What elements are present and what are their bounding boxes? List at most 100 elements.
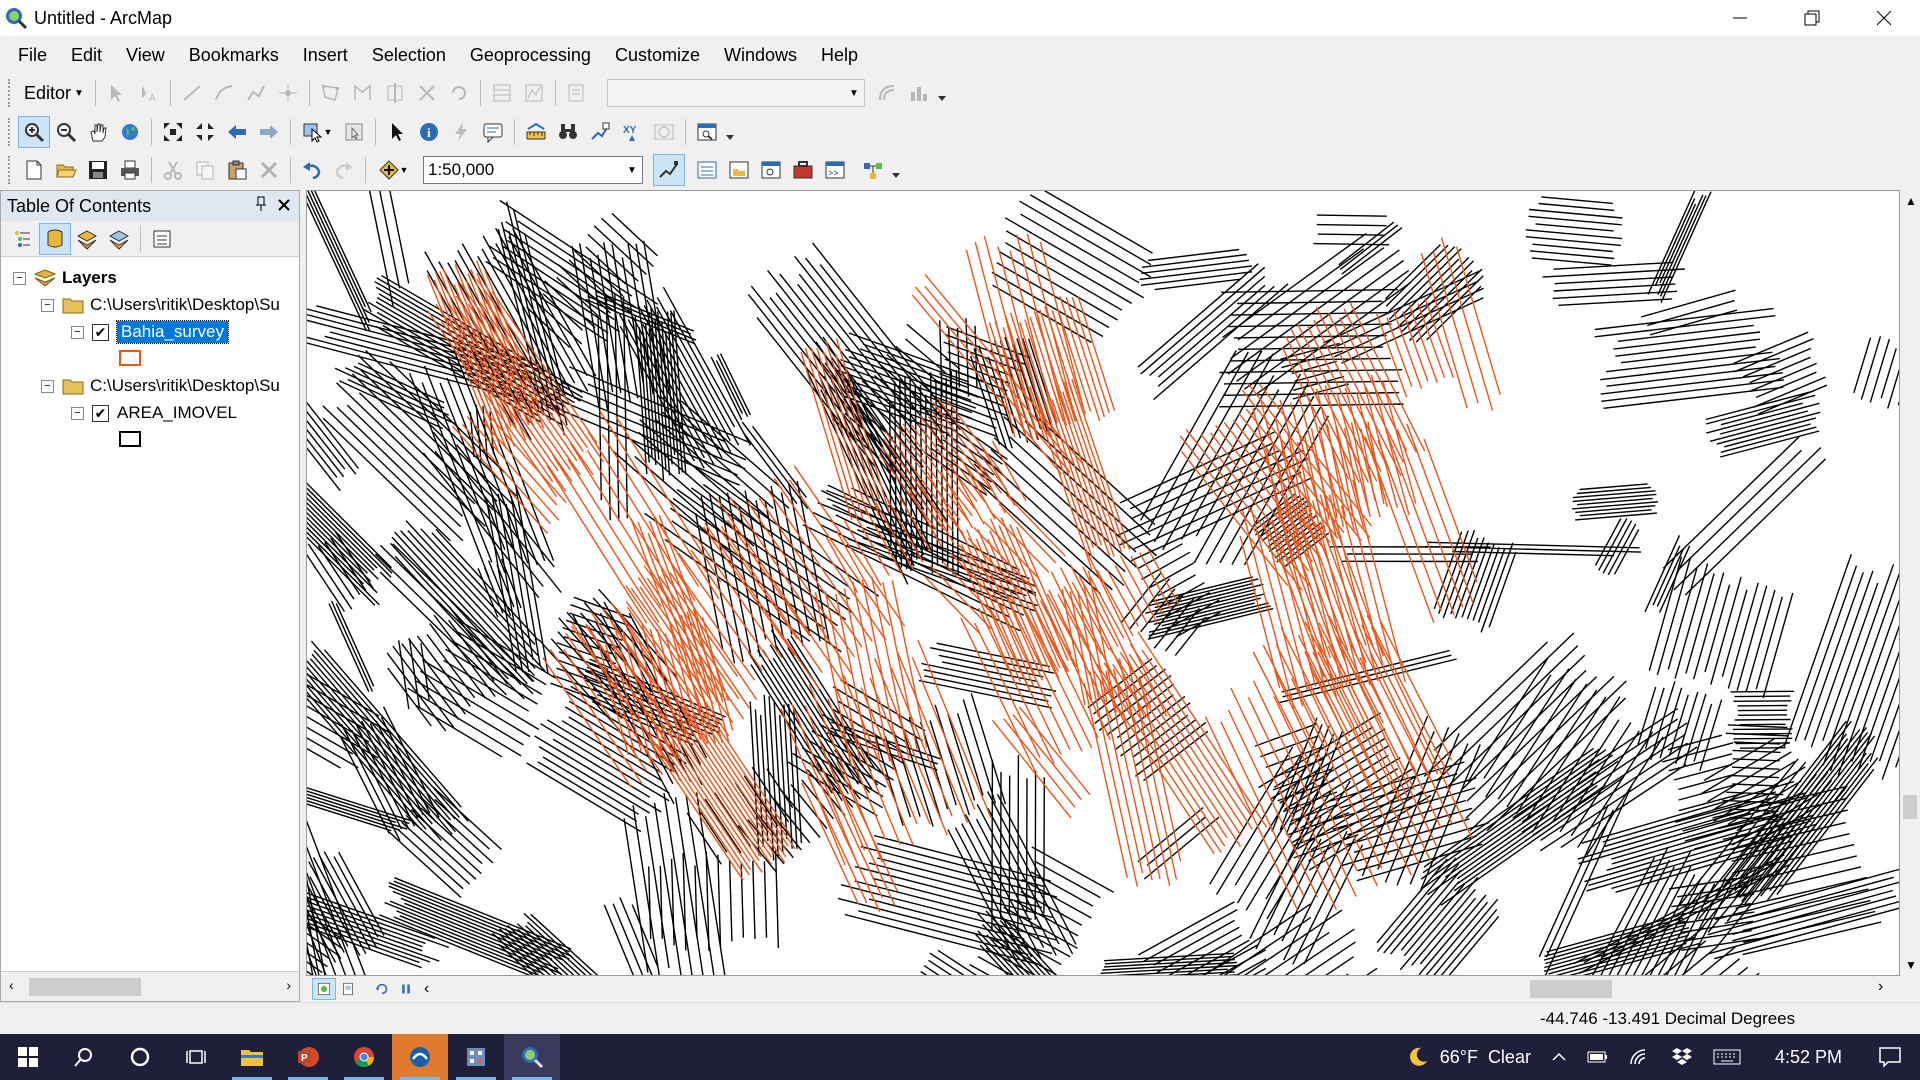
cut-button[interactable]	[157, 154, 189, 186]
histogram-button[interactable]	[903, 77, 935, 109]
cortana-button[interactable]	[112, 1034, 168, 1080]
calculator-taskbar-button[interactable]	[448, 1034, 504, 1080]
menu-file[interactable]: File	[6, 45, 59, 66]
toc-layer-symbol[interactable]	[119, 426, 141, 452]
toc-close-icon[interactable]	[277, 196, 291, 217]
open-button[interactable]	[50, 154, 82, 186]
toc-options-button[interactable]	[146, 223, 178, 255]
edit-vertices-button[interactable]	[315, 77, 347, 109]
toc-layer-name[interactable]: Bahia_survey	[115, 320, 230, 344]
pan-button[interactable]	[82, 116, 114, 148]
edit-annotation-button[interactable]: A	[133, 77, 165, 109]
collapse-icon[interactable]: −	[13, 271, 26, 285]
arcgis-taskbar-button[interactable]	[392, 1034, 448, 1080]
scroll-left-icon[interactable]: ‹	[424, 980, 429, 998]
edit-tool-button[interactable]	[101, 77, 133, 109]
minimize-button[interactable]	[1704, 0, 1776, 36]
layer-target-dropdown[interactable]: ▼	[606, 79, 865, 107]
layout-view-button[interactable]	[336, 978, 360, 1000]
toc-source-group[interactable]: − C:\Users\ritik\Desktop\Su	[41, 373, 280, 399]
fixed-zoom-in-button[interactable]	[157, 116, 189, 148]
pin-icon[interactable]	[255, 196, 267, 217]
menu-edit[interactable]: Edit	[59, 45, 114, 66]
list-by-source-button[interactable]	[39, 222, 71, 255]
select-features-button[interactable]: ▼	[296, 116, 338, 148]
list-by-selection-button[interactable]	[103, 223, 135, 255]
menu-geoprocessing[interactable]: Geoprocessing	[458, 45, 603, 66]
list-by-drawing-order-button[interactable]	[7, 223, 39, 255]
show-hidden-icons-button[interactable]	[1541, 1049, 1577, 1065]
toolbar-grip[interactable]	[8, 118, 12, 146]
map-display[interactable]	[306, 190, 1900, 976]
save-button[interactable]	[82, 154, 114, 186]
menu-customize[interactable]: Customize	[603, 45, 712, 66]
map-vertical-scrollbar[interactable]: ▲ ▼	[1900, 190, 1920, 976]
powerpoint-taskbar-button[interactable]: P	[280, 1034, 336, 1080]
keyboard-button[interactable]	[1703, 1048, 1751, 1066]
menu-insert[interactable]: Insert	[291, 45, 360, 66]
go-forward-extent-button[interactable]	[253, 116, 285, 148]
dropbox-button[interactable]	[1661, 1047, 1703, 1067]
toc-layer-row[interactable]: − ✔ AREA_IMOVEL	[71, 400, 237, 426]
scroll-right-icon[interactable]: ›	[1878, 978, 1883, 996]
arctoolbox-button[interactable]	[787, 154, 819, 186]
map-canvas[interactable]	[307, 191, 1900, 976]
clear-selection-button[interactable]	[338, 116, 370, 148]
toc-horizontal-scrollbar[interactable]: ‹ ›	[1, 971, 299, 1001]
create-features-button[interactable]	[561, 77, 593, 109]
html-popup-button[interactable]	[477, 116, 509, 148]
pause-drawing-button[interactable]	[394, 978, 418, 1000]
toolbar-options-button[interactable]	[889, 154, 903, 186]
time-slider-button[interactable]	[648, 116, 680, 148]
zoom-in-button[interactable]	[18, 116, 50, 148]
python-window-button[interactable]: >>	[819, 154, 851, 186]
undo-button[interactable]	[296, 154, 328, 186]
toolbar-options-button[interactable]	[935, 77, 949, 109]
reshape-button[interactable]	[347, 77, 379, 109]
endpoint-arc-button[interactable]	[208, 77, 240, 109]
polygon-symbol-swatch[interactable]	[119, 350, 141, 366]
start-button[interactable]	[0, 1034, 56, 1080]
restore-button[interactable]	[1776, 0, 1848, 36]
arcmap-taskbar-button[interactable]	[504, 1034, 560, 1080]
file-explorer-taskbar-button[interactable]	[224, 1034, 280, 1080]
collapse-icon[interactable]: −	[41, 379, 54, 393]
zoom-out-button[interactable]	[50, 116, 82, 148]
toc-layer-name[interactable]: AREA_IMOVEL	[117, 403, 237, 423]
scroll-right-icon[interactable]: ›	[286, 977, 291, 993]
split-button[interactable]	[411, 77, 443, 109]
weather-widget[interactable]: 66°F Clear	[1396, 1045, 1541, 1069]
editor-toolbar-toggle-button[interactable]	[653, 154, 685, 186]
go-back-extent-button[interactable]	[221, 116, 253, 148]
collapse-icon[interactable]: −	[41, 298, 54, 312]
battery-button[interactable]	[1577, 1049, 1619, 1065]
refresh-button[interactable]	[370, 978, 394, 1000]
collapse-icon[interactable]: −	[71, 325, 84, 339]
table-of-contents-button[interactable]	[691, 154, 723, 186]
rotate-button[interactable]	[443, 77, 475, 109]
find-route-button[interactable]	[584, 116, 616, 148]
chrome-taskbar-button[interactable]	[336, 1034, 392, 1080]
add-data-button[interactable]: ▼	[371, 154, 415, 186]
print-button[interactable]	[114, 154, 146, 186]
scroll-up-icon[interactable]: ▲	[1905, 194, 1917, 208]
data-view-button[interactable]	[312, 978, 336, 1000]
menu-windows[interactable]: Windows	[712, 45, 809, 66]
modelbuilder-button[interactable]	[857, 154, 889, 186]
cut-polygons-button[interactable]	[379, 77, 411, 109]
clock-button[interactable]: 4:52 PM	[1751, 1047, 1866, 1068]
sketch-properties-button[interactable]	[518, 77, 550, 109]
paste-button[interactable]	[221, 154, 253, 186]
scroll-thumb[interactable]	[29, 978, 141, 996]
fixed-zoom-out-button[interactable]	[189, 116, 221, 148]
toolbar-grip[interactable]	[8, 79, 12, 107]
map-horizontal-scroll-thumb[interactable]	[1530, 980, 1612, 998]
menu-view[interactable]: View	[114, 45, 177, 66]
scroll-thumb[interactable]	[1903, 795, 1917, 819]
wifi-button[interactable]	[1619, 1048, 1661, 1066]
full-extent-button[interactable]	[114, 116, 146, 148]
toc-source-group[interactable]: − C:\Users\ritik\Desktop\Su	[41, 292, 280, 318]
delete-button[interactable]	[253, 154, 285, 186]
task-view-button[interactable]	[168, 1034, 224, 1080]
copy-button[interactable]	[189, 154, 221, 186]
